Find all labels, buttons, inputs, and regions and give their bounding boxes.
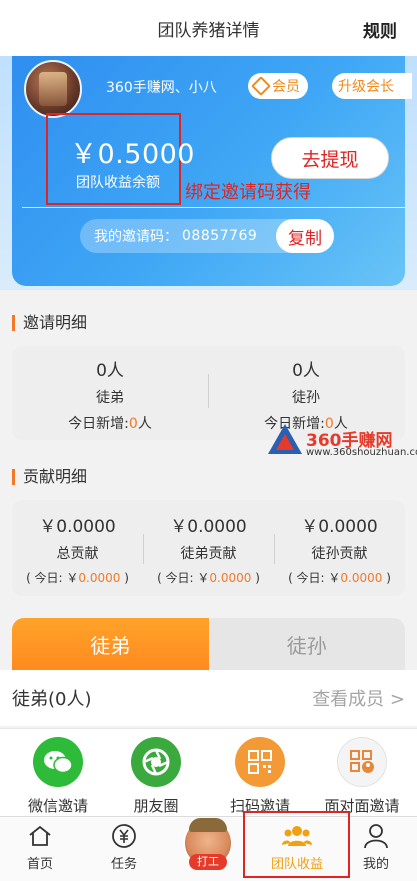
view-members-link[interactable]: 查看成员 > <box>312 685 405 711</box>
top-header: 团队养猪详情 规则 <box>0 0 417 56</box>
user-icon <box>346 823 406 849</box>
apprentice-contribution-stat: ￥0.0000 徒弟贡献 ( 今日: ￥0.0000 ) <box>143 512 274 586</box>
invite-details-title: 邀请明细 <box>12 315 87 331</box>
apprentice-label: 徒弟 <box>96 390 124 406</box>
grand-apprentice-contribution-value: ￥0.0000 <box>301 517 378 537</box>
nav-tasks[interactable]: 任务 <box>94 823 154 872</box>
total-contribution-label: 总贡献 <box>56 546 99 562</box>
nav-work-button[interactable]: 打工 <box>183 816 233 876</box>
nav-work-label: 打工 <box>189 854 227 870</box>
watermark-logo: 360手赚网 www.360shouzhuan.com <box>268 422 417 462</box>
triangle-logo-inner <box>276 434 294 450</box>
moments-icon <box>131 737 181 787</box>
share-bar: 微信邀请 朋友圈 扫码邀请 面对面邀请 <box>0 728 417 816</box>
invite-code-label: 我的邀请码： <box>94 229 178 245</box>
apprentice-count-title: 徒弟(0人) <box>12 689 92 710</box>
moments-invite-label: 朋友圈 <box>133 797 179 815</box>
wechat-invite-button[interactable]: 微信邀请 <box>6 737 110 816</box>
upgrade-leader-button[interactable]: 升级会长 <box>332 73 412 99</box>
contribution-panel: ￥0.0000 总贡献 ( 今日: ￥0.0000 ) ￥0.0000 徒弟贡献… <box>12 500 405 596</box>
moments-invite-button[interactable]: 朋友圈 <box>104 737 208 816</box>
bind-invite-note: 绑定邀请码获得 <box>185 182 311 203</box>
apprentice-count: 0人 <box>96 361 124 381</box>
nav-mine[interactable]: 我的 <box>346 823 406 872</box>
total-contribution-stat: ￥0.0000 总贡献 ( 今日: ￥0.0000 ) <box>12 512 143 586</box>
grand-apprentice-contribution-label: 徒孙贡献 <box>311 546 368 562</box>
page-title: 团队养猪详情 <box>157 20 260 41</box>
qrcode-invite-button[interactable]: 扫码邀请 <box>208 737 312 816</box>
contribution-title: 贡献明细 <box>12 469 87 485</box>
total-contribution-today: ( 今日: ￥0.0000 ) <box>26 571 129 585</box>
tab-grand-apprentice[interactable]: 徒孙 <box>208 618 405 670</box>
apprentice-today: 今日新增:0人 <box>68 416 152 432</box>
qrcode-icon <box>235 737 285 787</box>
diamond-icon <box>251 76 271 96</box>
face-to-face-icon <box>337 737 387 787</box>
member-tabs: 徒弟 徒孙 <box>12 618 405 670</box>
grand-apprentice-label: 徒孙 <box>292 390 320 406</box>
member-badge[interactable]: 会员 <box>248 73 308 99</box>
grand-apprentice-count: 0人 <box>292 361 320 381</box>
team-income-highlight-box <box>243 811 350 878</box>
apprentice-contribution-today: ( 今日: ￥0.0000 ) <box>157 571 260 585</box>
nav-home-label: 首页 <box>26 857 53 872</box>
grand-apprentice-contribution-today: ( 今日: ￥0.0000 ) <box>288 571 391 585</box>
apprentice-stat: 0人 徒弟 今日新增:0人 <box>12 356 208 433</box>
grand-apprentice-contribution-stat: ￥0.0000 徒孙贡献 ( 今日: ￥0.0000 ) <box>274 512 405 586</box>
avatar[interactable] <box>24 60 82 118</box>
nav-tasks-label: 任务 <box>110 857 137 872</box>
team-balance-label: 团队收益余额 <box>76 175 160 191</box>
apprentice-contribution-value: ￥0.0000 <box>170 517 247 537</box>
wechat-icon <box>33 737 83 787</box>
home-icon <box>10 823 70 849</box>
total-contribution-value: ￥0.0000 <box>39 517 116 537</box>
apprentice-contribution-label: 徒弟贡献 <box>180 546 237 562</box>
withdraw-button[interactable]: 去提现 <box>271 137 389 179</box>
team-balance-value: ￥0.5000 <box>70 139 195 170</box>
nav-mine-label: 我的 <box>362 857 389 872</box>
members-row: 徒弟(0人) 查看成员 > <box>0 670 417 726</box>
avatar-image <box>39 72 67 106</box>
card-divider <box>22 207 405 208</box>
copy-button[interactable]: 复制 <box>276 219 334 253</box>
hat-icon <box>189 818 227 832</box>
yen-coin-icon <box>94 823 154 849</box>
tab-apprentice[interactable]: 徒弟 <box>12 618 209 670</box>
rules-link[interactable]: 规则 <box>363 17 397 42</box>
member-badge-label: 会员 <box>272 79 300 95</box>
invite-code-value: 08857769 <box>182 228 258 244</box>
username: 360手赚网、小八 <box>106 80 217 96</box>
nav-home[interactable]: 首页 <box>10 823 70 872</box>
face-to-face-invite-button[interactable]: 面对面邀请 <box>310 737 414 816</box>
watermark-url: www.360shouzhuan.com <box>306 447 417 458</box>
wechat-invite-label: 微信邀请 <box>27 797 88 815</box>
